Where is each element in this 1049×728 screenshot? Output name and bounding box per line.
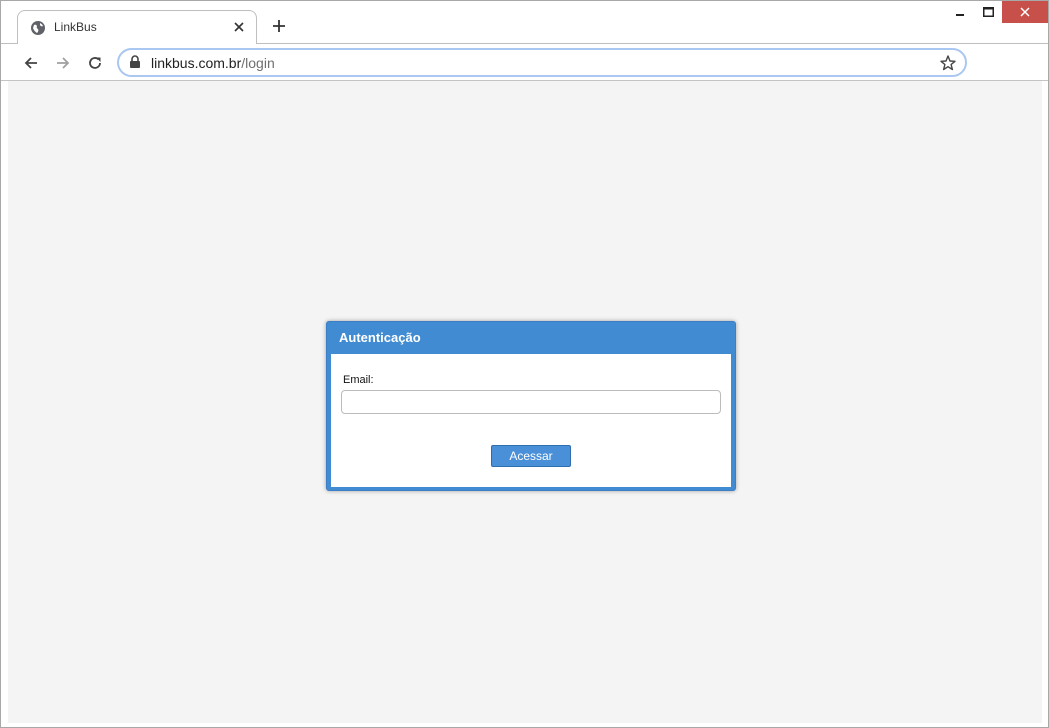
window-close-icon[interactable]	[1002, 1, 1048, 23]
close-icon[interactable]	[230, 18, 248, 36]
back-arrow-icon[interactable]	[21, 53, 41, 73]
window-controls	[946, 1, 1048, 23]
globe-icon	[30, 20, 46, 36]
forward-arrow-icon[interactable]	[53, 53, 73, 73]
login-dialog: Autenticação Email: Acessar	[326, 321, 736, 491]
tab-linkbus[interactable]: LinkBus	[17, 10, 257, 44]
submit-button[interactable]: Acessar	[491, 445, 571, 467]
url-path: /login	[241, 55, 275, 71]
lock-icon	[129, 55, 143, 71]
email-field[interactable]	[341, 390, 721, 414]
page-content: Autenticação Email: Acessar	[8, 81, 1042, 723]
dialog-title: Autenticação	[339, 330, 421, 345]
minimize-icon[interactable]	[946, 1, 974, 23]
star-icon[interactable]	[939, 54, 957, 72]
maximize-icon[interactable]	[974, 1, 1002, 23]
browser-window: LinkBus linkbus.com.br/login Autenticaçã…	[0, 0, 1049, 728]
url-host: linkbus.com.br	[151, 55, 242, 71]
address-bar[interactable]: linkbus.com.br/login	[117, 48, 967, 77]
dialog-body: Email: Acessar	[331, 354, 731, 487]
toolbar: linkbus.com.br/login	[1, 43, 1048, 81]
plus-icon[interactable]	[269, 16, 289, 36]
tab-strip: LinkBus	[1, 1, 1048, 44]
email-label: Email:	[343, 374, 374, 386]
reload-icon[interactable]	[85, 53, 105, 73]
url-text: linkbus.com.br/login	[151, 55, 275, 71]
tab-title: LinkBus	[54, 20, 97, 34]
